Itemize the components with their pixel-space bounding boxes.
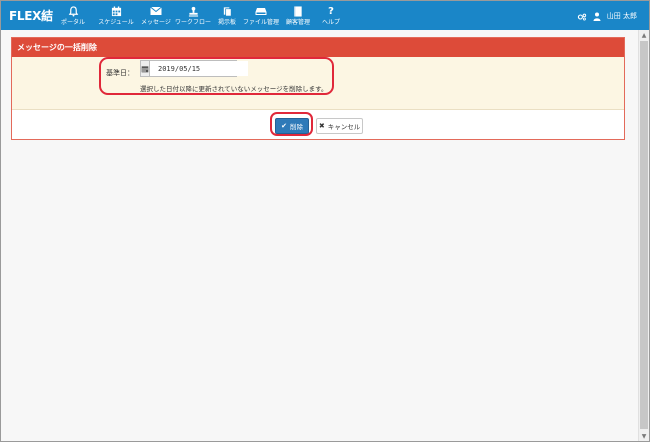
date-label: 基準日： bbox=[106, 69, 134, 77]
settings-icon[interactable] bbox=[577, 6, 587, 25]
scroll-down-icon[interactable]: ▼ bbox=[639, 431, 649, 441]
clipboard-icon bbox=[220, 5, 234, 17]
date-picker[interactable] bbox=[140, 60, 248, 77]
nav-schedule[interactable]: スケジュール bbox=[93, 1, 139, 30]
main-nav: ポータル スケジュール メッセージ ワークフロー 掲示板 ファイル管理 顧客管理… bbox=[53, 1, 347, 30]
nav-message[interactable]: メッセージ bbox=[139, 1, 173, 30]
delete-label: 削除 bbox=[289, 123, 303, 131]
nav-file-management[interactable]: ファイル管理 bbox=[241, 1, 281, 30]
nav-label: 顧客管理 bbox=[285, 19, 310, 26]
bell-icon bbox=[66, 5, 80, 17]
nav-workflow[interactable]: ワークフロー bbox=[173, 1, 213, 30]
nav-bulletin[interactable]: 掲示板 bbox=[213, 1, 241, 30]
nav-label: ワークフロー bbox=[174, 19, 211, 26]
nav-label: ファイル管理 bbox=[242, 19, 279, 26]
book-icon bbox=[291, 5, 305, 17]
nav-label: 掲示板 bbox=[217, 19, 236, 26]
drive-icon bbox=[254, 5, 268, 17]
panel-body: 基準日： 選択した日付以降に更新されていないメッセージを削除します。 bbox=[12, 57, 624, 110]
cancel-label: キャンセル bbox=[327, 123, 361, 131]
bulk-delete-panel: メッセージの一括削除 基準日： 選択した日付以降に更新されていないメッセージを削… bbox=[11, 37, 625, 140]
panel-title: メッセージの一括削除 bbox=[12, 38, 624, 57]
nav-help[interactable]: ? ヘルプ bbox=[315, 1, 347, 30]
user-icon bbox=[593, 6, 601, 25]
nav-label: メッセージ bbox=[141, 19, 171, 26]
nav-label: スケジュール bbox=[98, 19, 134, 26]
nav-portal[interactable]: ポータル bbox=[53, 1, 93, 30]
top-navbar: FLEX結 ポータル スケジュール メッセージ ワークフロー 掲示板 ファイル管… bbox=[1, 1, 649, 30]
help-text: 選択した日付以降に更新されていないメッセージを削除します。 bbox=[140, 85, 328, 93]
date-input[interactable] bbox=[150, 61, 248, 76]
app-logo[interactable]: FLEX結 bbox=[9, 7, 53, 24]
nav-customer-management[interactable]: 顧客管理 bbox=[281, 1, 315, 30]
check-icon: ✔ bbox=[281, 122, 287, 130]
stamp-icon bbox=[186, 5, 200, 17]
nav-label: ヘルプ bbox=[321, 19, 340, 26]
scroll-thumb[interactable] bbox=[640, 41, 648, 429]
calendar-icon[interactable] bbox=[141, 61, 150, 76]
user-name[interactable]: 山田 太郎 bbox=[607, 11, 637, 21]
user-menu[interactable]: 山田 太郎 bbox=[577, 1, 637, 30]
close-icon: ✖ bbox=[318, 122, 325, 130]
envelope-icon bbox=[149, 5, 163, 17]
cancel-button[interactable]: ✖ キャンセル bbox=[316, 118, 363, 134]
calendar-icon bbox=[109, 5, 123, 17]
nav-label: ポータル bbox=[60, 19, 85, 26]
delete-button[interactable]: ✔ 削除 bbox=[275, 118, 309, 134]
button-row: ✔ 削除 ✖ キャンセル bbox=[12, 110, 624, 141]
scroll-up-icon[interactable]: ▲ bbox=[639, 30, 649, 40]
question-icon: ? bbox=[328, 5, 334, 17]
vertical-scrollbar[interactable]: ▲ ▼ bbox=[638, 30, 649, 441]
